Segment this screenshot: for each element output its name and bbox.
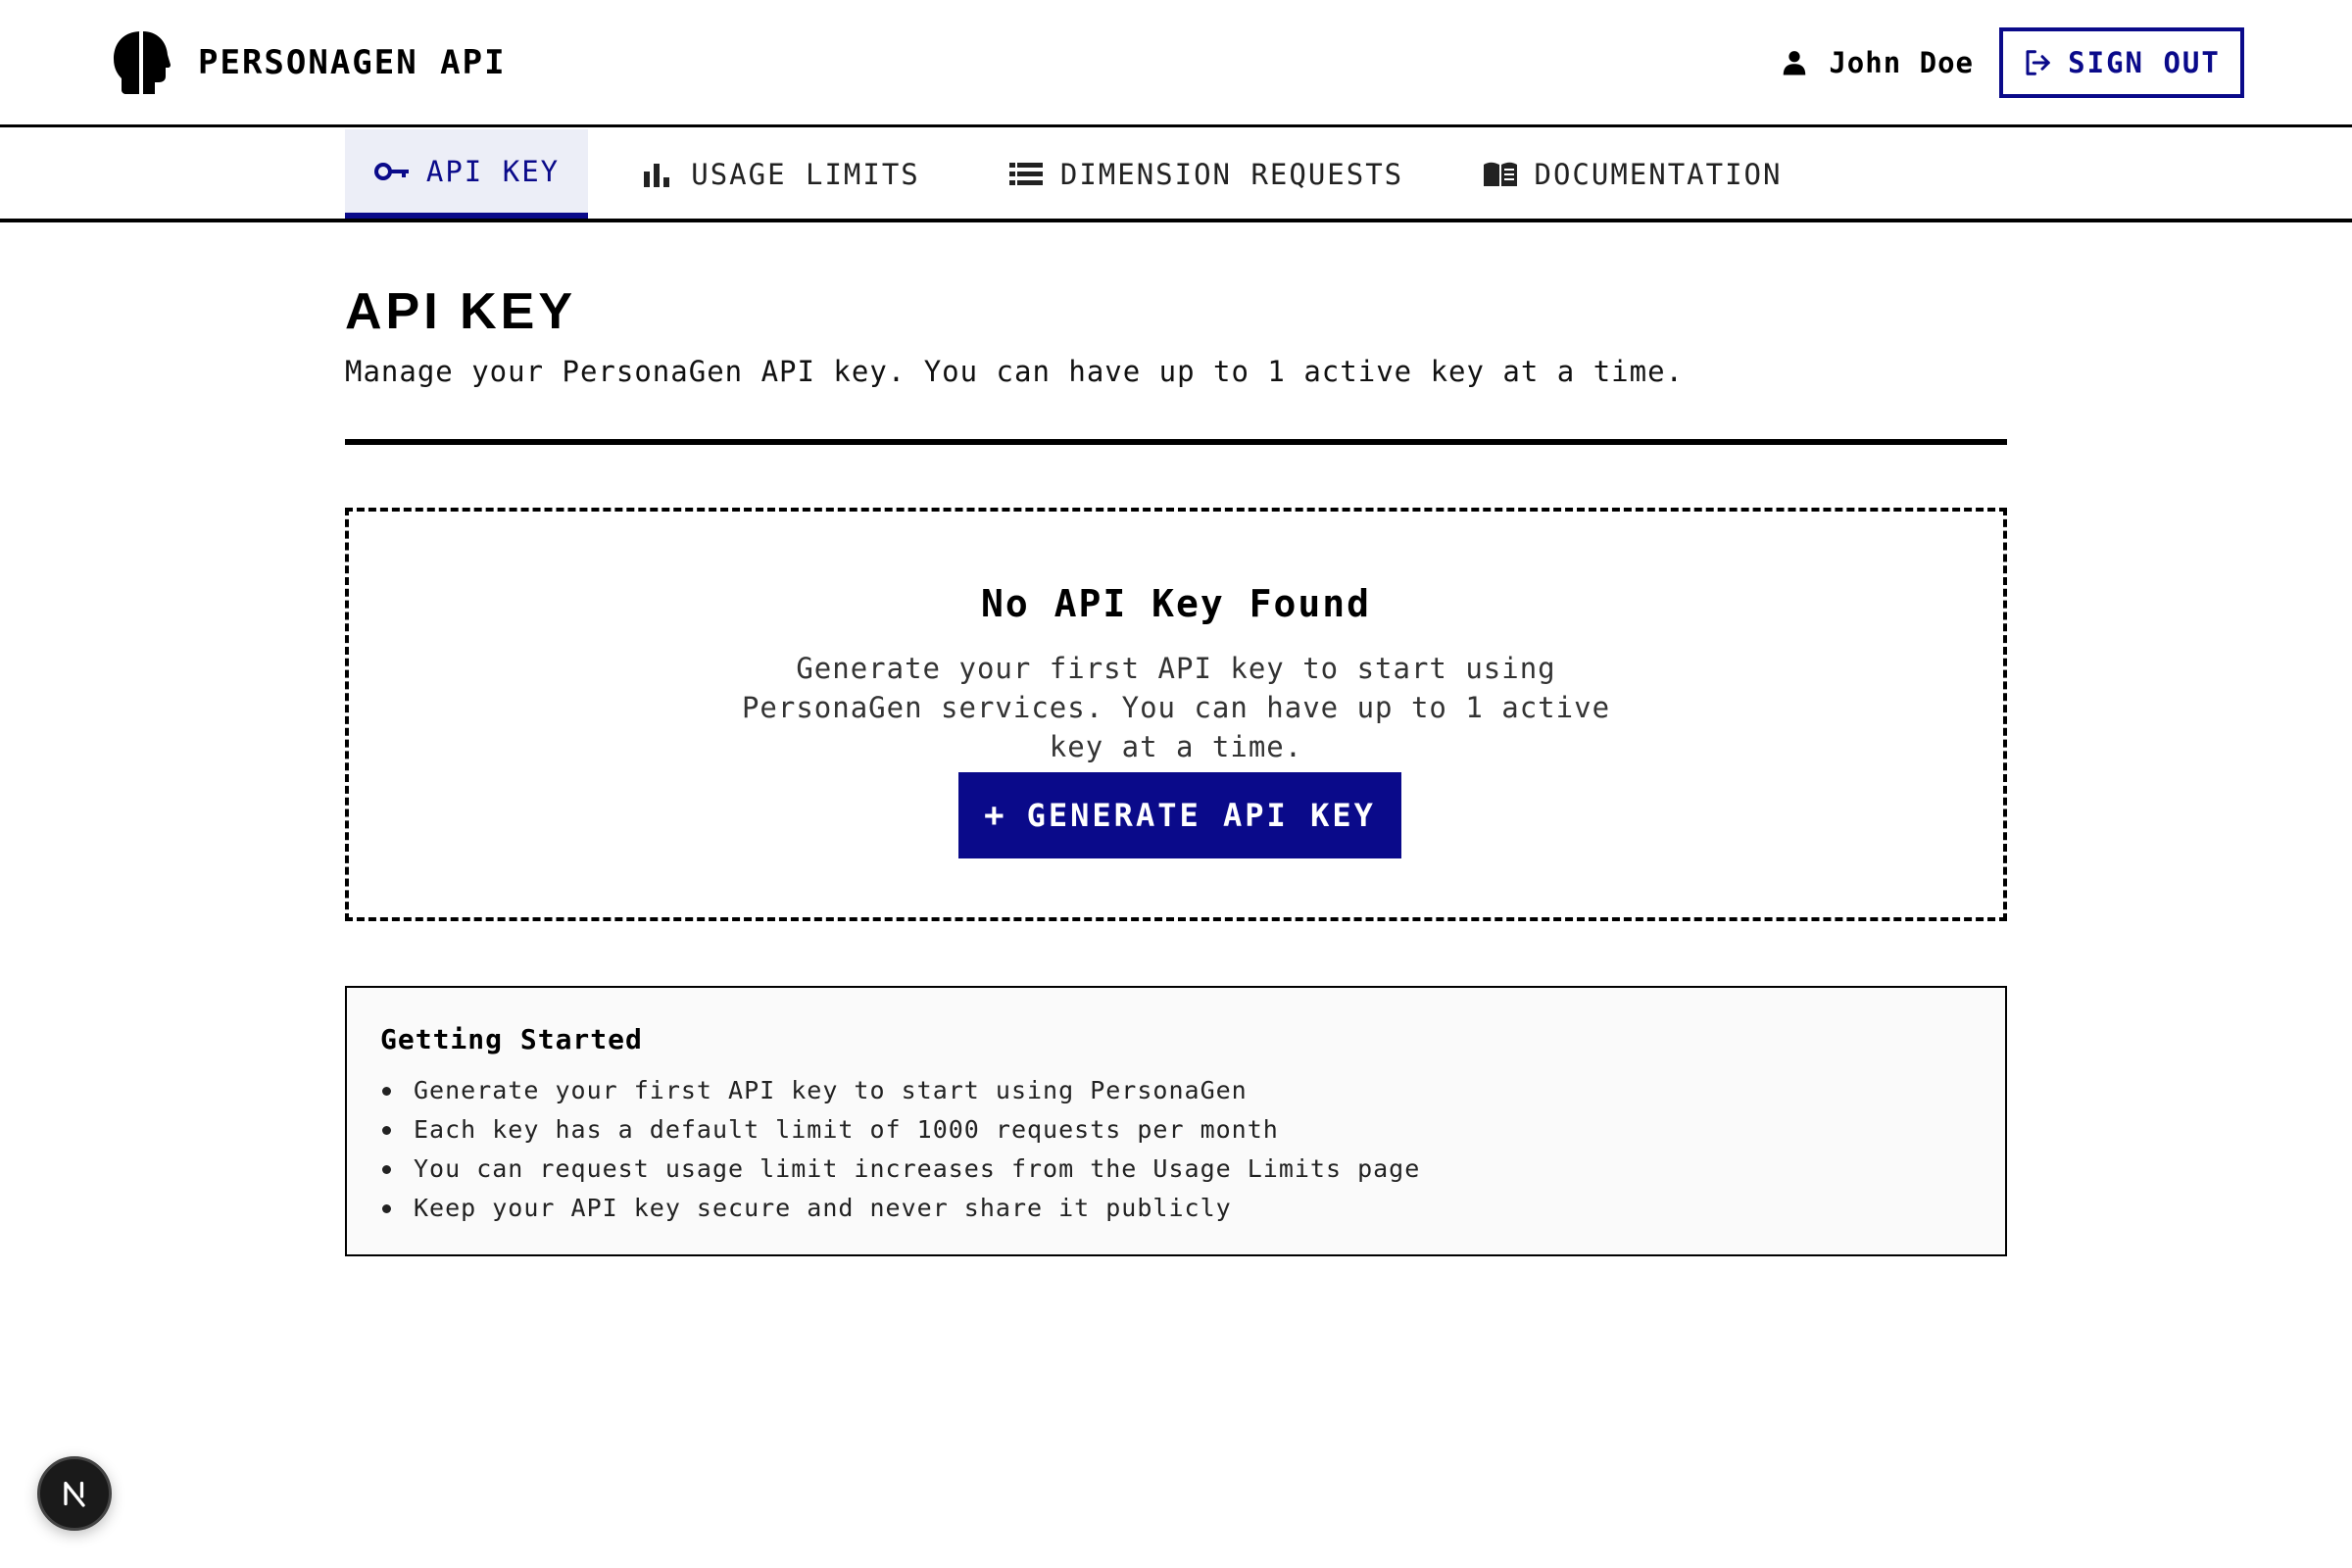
tab-dimension-requests[interactable]: DIMENSION REQUESTS bbox=[1000, 129, 1411, 219]
sign-out-button[interactable]: SIGN OUT bbox=[1999, 27, 2244, 98]
user-info: John Doe bbox=[1780, 46, 1974, 79]
key-icon bbox=[373, 162, 409, 180]
head-silhouette-icon bbox=[114, 31, 171, 94]
sign-out-icon bbox=[2026, 50, 2050, 75]
tab-api-key[interactable]: API KEY bbox=[345, 129, 588, 219]
book-icon bbox=[1483, 162, 1517, 186]
plus-icon: + bbox=[984, 796, 1007, 835]
brand[interactable]: PERSONAGEN API bbox=[112, 29, 507, 96]
tab-documentation[interactable]: DOCUMENTATION bbox=[1480, 129, 1784, 219]
tab-documentation-label: DOCUMENTATION bbox=[1534, 157, 1783, 191]
empty-state-text: Generate your first API key to start usi… bbox=[741, 652, 1611, 763]
app-header: PERSONAGEN API John Doe SIGN OUT bbox=[0, 0, 2352, 127]
getting-started-card: Getting Started Generate your first API … bbox=[345, 986, 2007, 1256]
brand-title: PERSONAGEN API bbox=[198, 43, 507, 82]
user-name: John Doe bbox=[1829, 46, 1974, 79]
getting-started-list: Generate your first API key to start usi… bbox=[380, 1071, 2005, 1228]
person-icon bbox=[1784, 51, 1806, 75]
nextjs-dev-badge[interactable] bbox=[37, 1456, 112, 1531]
list-item: You can request usage limit increases fr… bbox=[380, 1150, 2005, 1189]
empty-state-title: No API Key Found bbox=[980, 582, 1372, 625]
list-item: Each key has a default limit of 1000 req… bbox=[380, 1110, 2005, 1150]
tab-api-key-label: API KEY bbox=[425, 154, 561, 188]
generate-api-key-button[interactable]: + GENERATE API KEY bbox=[958, 772, 1401, 858]
list-item: Generate your first API key to start usi… bbox=[380, 1071, 2005, 1110]
nextjs-icon bbox=[64, 1481, 85, 1507]
sign-out-label: SIGN OUT bbox=[2068, 46, 2221, 79]
bar-chart-icon bbox=[644, 163, 670, 187]
list-item: Keep your API key secure and never share… bbox=[380, 1189, 2005, 1228]
empty-state-card: No API Key Found Generate your first API… bbox=[345, 508, 2007, 921]
tab-usage-limits-label: USAGE LIMITS bbox=[691, 157, 920, 191]
list-icon bbox=[1008, 162, 1043, 185]
main-nav: API KEY USAGE LIMITS DIMENSION REQUESTS … bbox=[0, 127, 2352, 222]
generate-api-key-label: GENERATE API KEY bbox=[1026, 797, 1376, 834]
tab-usage-limits[interactable]: USAGE LIMITS bbox=[637, 129, 921, 219]
divider bbox=[345, 439, 2007, 445]
tab-dimension-requests-label: DIMENSION REQUESTS bbox=[1059, 157, 1404, 191]
getting-started-title: Getting Started bbox=[380, 1023, 643, 1055]
page-description: Manage your PersonaGen API key. You can … bbox=[345, 355, 1685, 388]
page-title: API KEY bbox=[345, 283, 577, 340]
user-area: John Doe SIGN OUT bbox=[1780, 27, 2244, 98]
